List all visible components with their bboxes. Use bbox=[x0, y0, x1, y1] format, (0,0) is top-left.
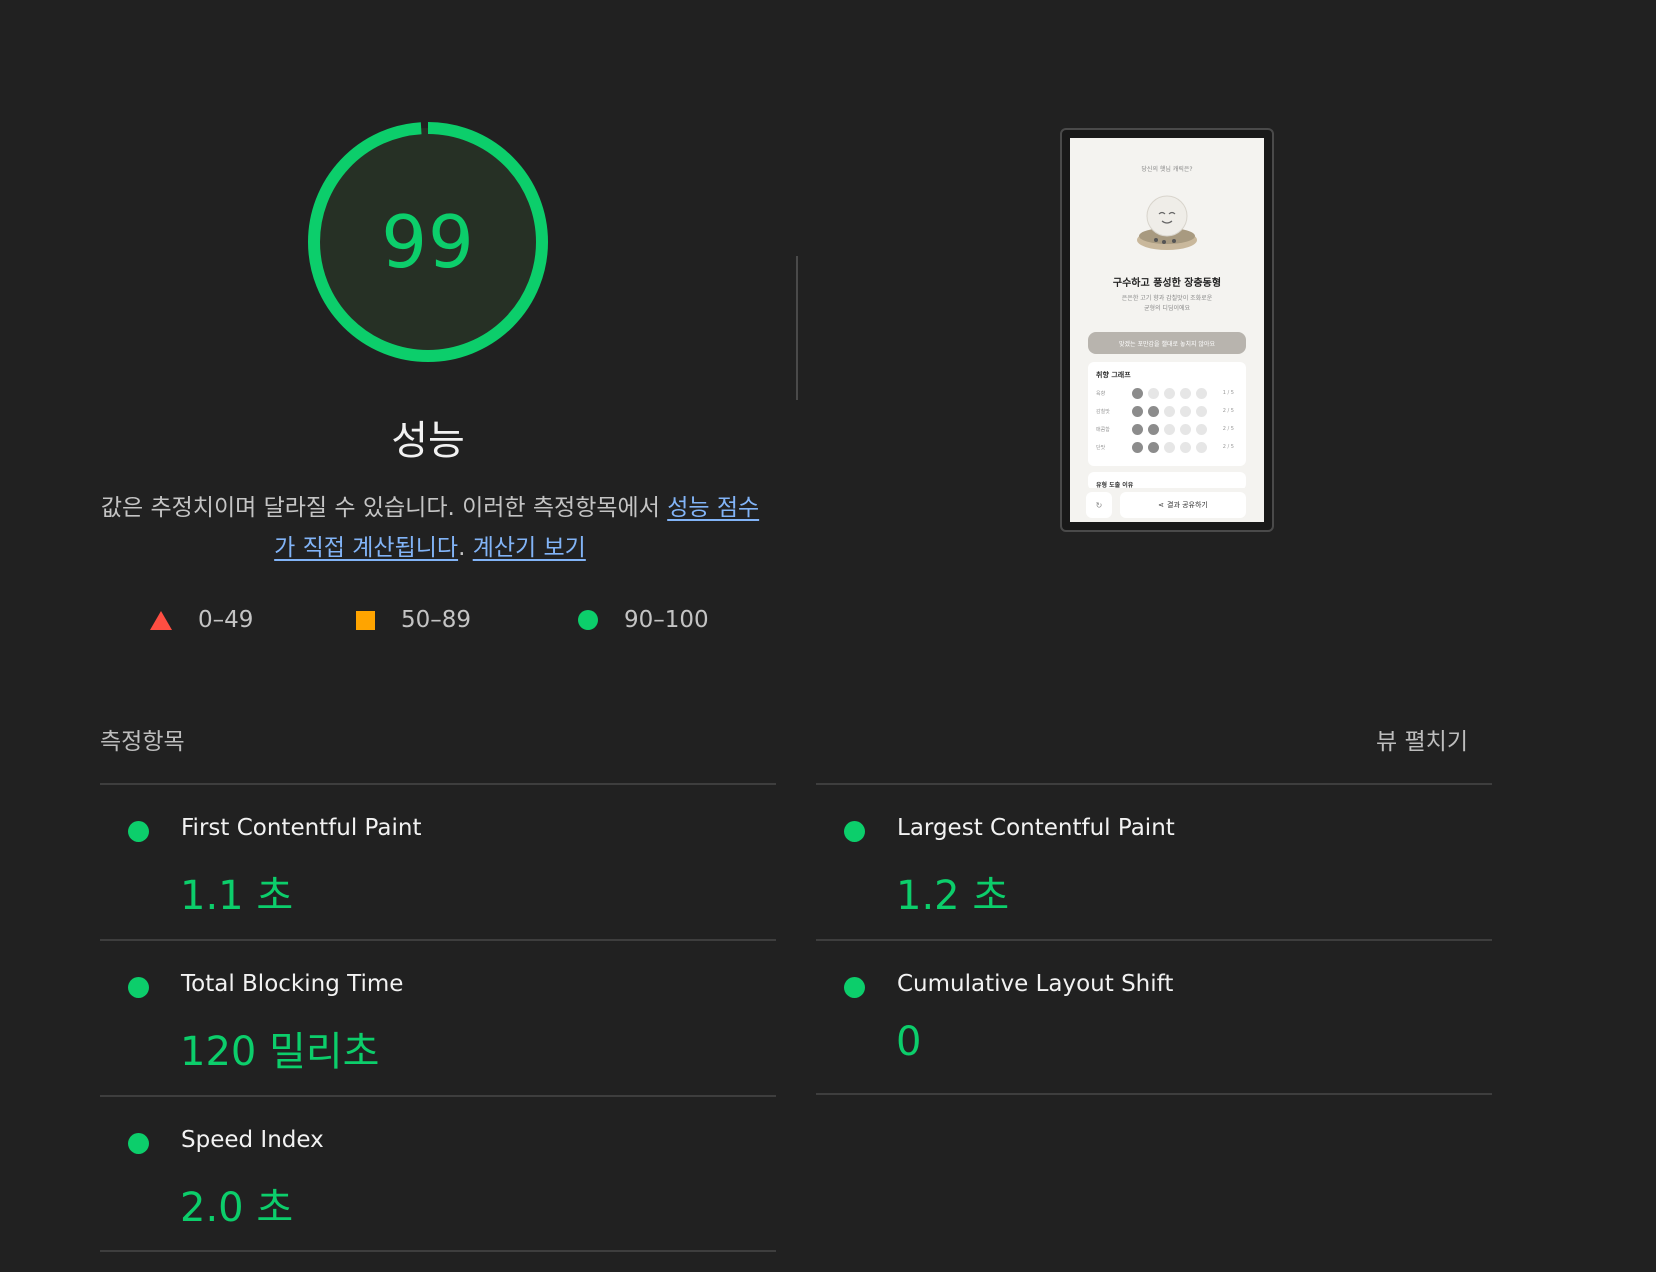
graph-row-frac: 1 / 5 bbox=[1222, 390, 1234, 396]
gauge-score: 99 bbox=[381, 200, 475, 284]
graph-row-frac: 2 / 5 bbox=[1222, 444, 1234, 450]
screenshot-top-text: 당신의 햇님 캐릭은? bbox=[1141, 166, 1193, 173]
graph-row-frac: 2 / 5 bbox=[1222, 408, 1234, 414]
refresh-icon: ↻ bbox=[1086, 492, 1112, 518]
metric-name: Largest Contentful Paint bbox=[897, 815, 1175, 841]
metric-name: Speed Index bbox=[181, 1127, 324, 1153]
description-text-2: . bbox=[458, 535, 473, 561]
graph-row: 매콤함 2 / 5 bbox=[1096, 424, 1238, 436]
calculator-link[interactable]: 계산기 보기 bbox=[473, 535, 586, 561]
metric-name: Total Blocking Time bbox=[181, 971, 404, 997]
performance-gauge: 99 bbox=[306, 120, 550, 364]
pass-circle-icon bbox=[844, 977, 865, 998]
graph-dots bbox=[1132, 388, 1212, 399]
screenshot-bottom-bar: ↻ ⋖ 결과 공유하기 bbox=[1070, 488, 1264, 522]
legend-label: 50–89 bbox=[401, 607, 472, 633]
divider bbox=[816, 1093, 1492, 1095]
legend-label: 90–100 bbox=[624, 607, 709, 633]
graph-row-frac: 2 / 5 bbox=[1222, 426, 1234, 432]
metrics-heading: 측정항목 bbox=[100, 729, 185, 755]
description-text: 값은 추정치이며 달라질 수 있습니다. 이러한 측정항목에서 bbox=[100, 495, 668, 521]
screenshot-banner: 맞겠는 포만감을 챌대로 놓치지 않아요 bbox=[1088, 332, 1246, 354]
graph-dots bbox=[1132, 424, 1212, 435]
metric-first-contentful-paint[interactable]: First Contentful Paint 1.1 초 bbox=[100, 785, 776, 935]
graph-dots bbox=[1132, 406, 1212, 417]
screenshot-content: 당신의 햇님 캐릭은? 구수하고 풍성한 장충동형 은은한 고기 향과 감칠맛이… bbox=[1070, 138, 1264, 522]
triangle-icon bbox=[150, 610, 172, 630]
graph-row: 감칠맛 2 / 5 bbox=[1096, 406, 1238, 418]
pass-circle-icon bbox=[128, 977, 149, 998]
metric-value: 0 bbox=[896, 1019, 922, 1065]
screenshot-subtitle-2: 균형의 디딤이에요 bbox=[1143, 305, 1191, 312]
metric-speed-index[interactable]: Speed Index 2.0 초 bbox=[100, 1097, 776, 1247]
graph-row-label: 단맛 bbox=[1096, 445, 1106, 451]
screenshot-subtitle: 은은한 고기 향과 감칠맛이 조화로운 bbox=[1121, 295, 1213, 302]
graph-row: 육향 1 / 5 bbox=[1096, 388, 1238, 400]
share-label: 결과 공유하기 bbox=[1167, 501, 1208, 509]
square-icon bbox=[356, 610, 375, 630]
metric-value: 120 밀리초 bbox=[180, 1029, 380, 1075]
legend-average: 50–89 bbox=[356, 602, 471, 638]
legend-pass: 90–100 bbox=[578, 602, 709, 638]
graph-row-label: 육향 bbox=[1096, 391, 1106, 397]
taste-graph-title: 취향 그래프 bbox=[1096, 371, 1131, 379]
metric-value: 1.2 초 bbox=[896, 873, 1010, 919]
vertical-divider bbox=[796, 256, 798, 400]
metric-name: Cumulative Layout Shift bbox=[897, 971, 1174, 997]
taste-graph-card: 취향 그래프 육향 1 / 5 감칠맛 2 / 5 매콤함 2 / 5 단맛 2… bbox=[1088, 362, 1246, 466]
score-description: 값은 추정치이며 달라질 수 있습니다. 이러한 측정항목에서 성능 점수가 직… bbox=[96, 488, 764, 568]
divider bbox=[100, 1250, 776, 1252]
graph-row-label: 매콤함 bbox=[1096, 427, 1110, 433]
final-screenshot[interactable]: 당신의 햇님 캐릭은? 구수하고 풍성한 장충동형 은은한 고기 향과 감칠맛이… bbox=[1060, 128, 1274, 532]
share-result-button: ⋖ 결과 공유하기 bbox=[1120, 492, 1246, 518]
screenshot-title: 구수하고 풍성한 장충동형 bbox=[1112, 278, 1222, 289]
metric-largest-contentful-paint[interactable]: Largest Contentful Paint 1.2 초 bbox=[816, 785, 1492, 935]
gauge-title: 성능 bbox=[391, 418, 465, 464]
metric-total-blocking-time[interactable]: Total Blocking Time 120 밀리초 bbox=[100, 941, 776, 1091]
graph-dots bbox=[1132, 442, 1212, 453]
pass-circle-icon bbox=[844, 821, 865, 842]
metric-value: 1.1 초 bbox=[180, 873, 294, 919]
graph-row-label: 감칠맛 bbox=[1096, 409, 1110, 415]
share-icon: ⋖ bbox=[1158, 501, 1164, 509]
pass-circle-icon bbox=[128, 1133, 149, 1154]
character-illustration-icon bbox=[1137, 195, 1197, 250]
metric-name: First Contentful Paint bbox=[181, 815, 422, 841]
circle-icon bbox=[578, 610, 598, 630]
metric-cumulative-layout-shift[interactable]: Cumulative Layout Shift 0 bbox=[816, 941, 1492, 1091]
metric-value: 2.0 초 bbox=[180, 1185, 294, 1231]
legend-label: 0–49 bbox=[198, 607, 254, 633]
legend-fail: 0–49 bbox=[150, 602, 253, 638]
graph-row: 단맛 2 / 5 bbox=[1096, 442, 1238, 454]
expand-view-toggle[interactable]: 뷰 펼치기 bbox=[1376, 722, 1468, 756]
pass-circle-icon bbox=[128, 821, 149, 842]
